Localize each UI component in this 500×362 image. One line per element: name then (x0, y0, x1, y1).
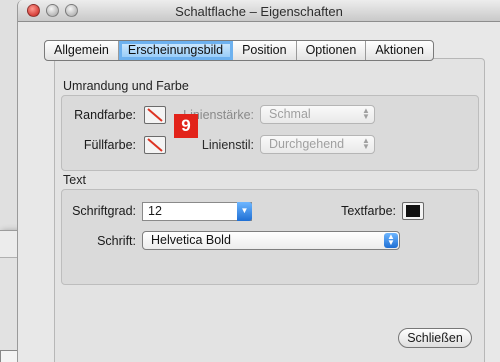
window-title: Schaltflache – Eigenschaften (175, 4, 343, 19)
font-value: Helvetica Bold (151, 233, 231, 247)
text-color-label: Textfarbe: (341, 204, 396, 218)
tab-erscheinungsbild[interactable]: Erscheinungsbild (118, 41, 234, 60)
font-size-label: Schriftgrad: (72, 204, 136, 218)
border-group-title: Umrandung und Farbe (63, 79, 189, 93)
fill-color-well[interactable] (144, 136, 166, 154)
tab-position[interactable]: Position (233, 41, 297, 60)
tab-optionen[interactable]: Optionen (297, 41, 367, 60)
font-size-combo[interactable]: 12 ▼ (142, 202, 252, 221)
border-color-well[interactable] (144, 106, 166, 124)
fill-color-label: Füllfarbe: (83, 138, 136, 152)
no-color-icon (147, 108, 163, 122)
font-label: Schrift: (97, 234, 136, 248)
chevron-down-icon[interactable]: ▼ (237, 202, 252, 221)
popup-arrows-icon: ▲ ▼ (362, 106, 370, 121)
line-style-value: Durchgehend (269, 137, 345, 151)
no-color-icon (147, 138, 163, 152)
tab-aktionen[interactable]: Aktionen (366, 41, 433, 60)
tab-bar: Allgemein Erscheinungsbild Position Opti… (44, 40, 434, 61)
popup-arrows-icon: ▲ ▼ (362, 136, 370, 151)
close-button[interactable]: Schließen (398, 328, 472, 348)
font-size-value: 12 (148, 204, 162, 218)
line-style-popup[interactable]: Durchgehend ▲ ▼ (260, 135, 375, 154)
text-group-title: Text (63, 173, 86, 187)
border-color-label: Randfarbe: (74, 108, 136, 122)
properties-window: Schaltflache – Eigenschaften Umrandung u… (17, 0, 500, 362)
tab-content-panel: Umrandung und Farbe Randfarbe: Füllfarbe… (54, 58, 485, 362)
text-color-well[interactable] (402, 202, 424, 220)
text-group: Schriftgrad: 12 ▼ Textfarbe: Schrift: He… (61, 189, 479, 285)
title-bar[interactable]: Schaltflache – Eigenschaften (18, 0, 500, 22)
border-group: Randfarbe: Füllfarbe: Linienstärke: Schm… (61, 95, 479, 171)
line-width-value: Schmal (269, 107, 311, 121)
font-popup[interactable]: Helvetica Bold ▲ ▼ (142, 231, 400, 250)
popup-arrows-icon: ▲ ▼ (384, 233, 398, 248)
callout-badge: 9 (174, 114, 198, 138)
line-width-popup[interactable]: Schmal ▲ ▼ (260, 105, 375, 124)
line-style-label: Linienstil: (201, 138, 254, 152)
tab-allgemein[interactable]: Allgemein (45, 41, 119, 60)
